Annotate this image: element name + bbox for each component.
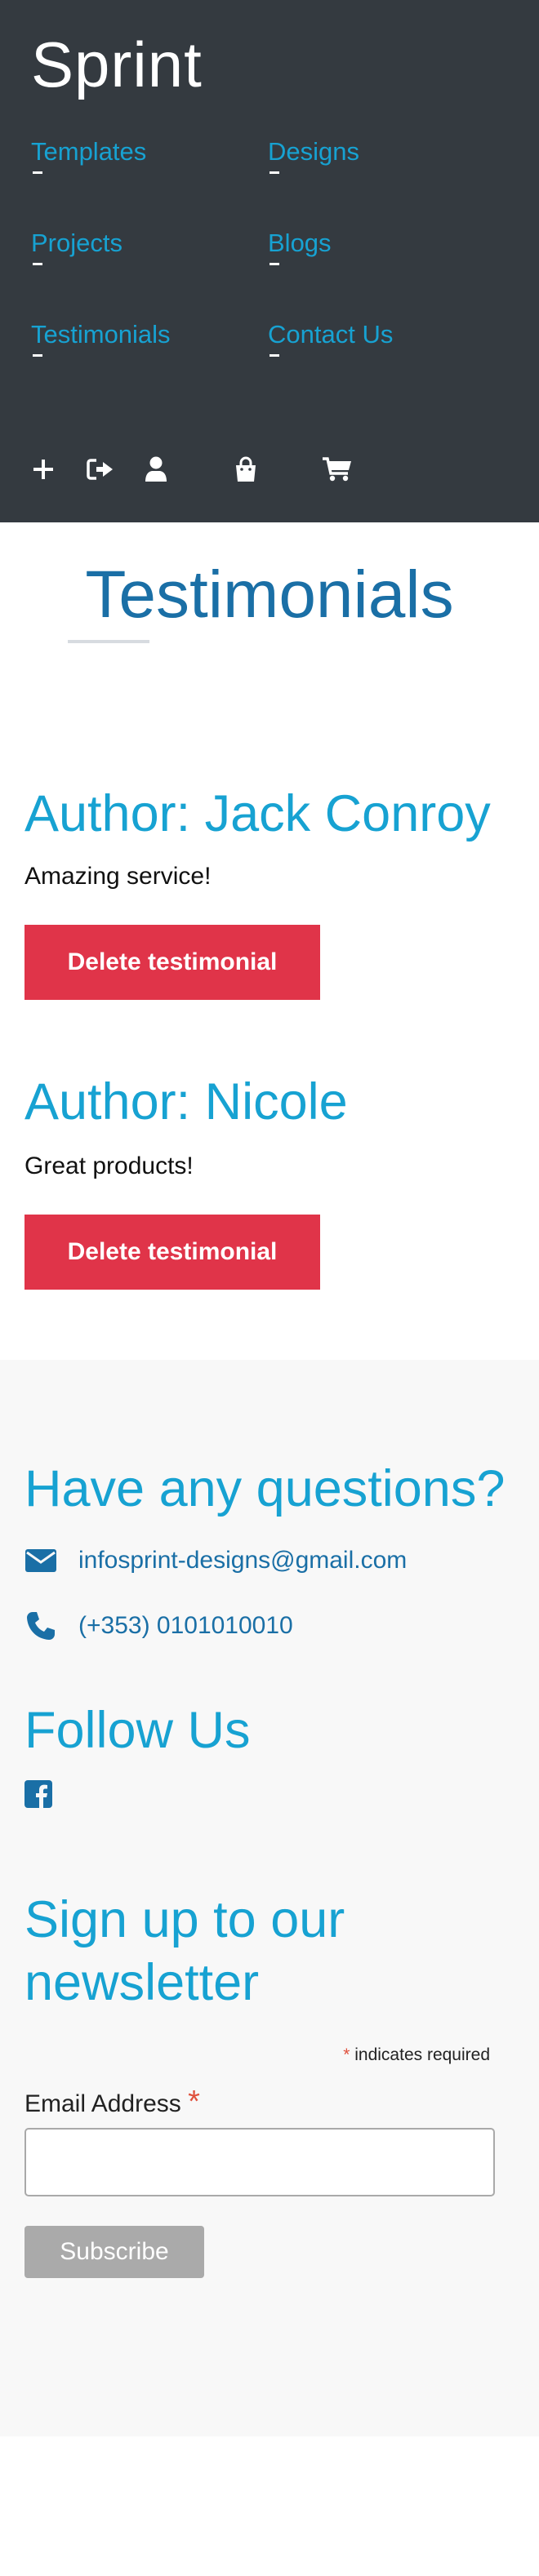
- testimonial-card: Author: Nicole Great products! Delete te…: [24, 1070, 514, 1290]
- main-nav: Templates Designs Projects Blogs Testimo…: [31, 137, 508, 411]
- nav-item-projects: Projects: [31, 229, 268, 320]
- required-note-text: indicates required: [354, 2045, 490, 2064]
- testimonial-author: Author: Jack Conroy: [24, 785, 491, 842]
- main-content: Testimonials Author: Jack Conroy Amazing…: [0, 562, 539, 1290]
- testimonials-list: Author: Jack Conroy Amazing service! Del…: [0, 643, 539, 1290]
- plus-icon[interactable]: [31, 453, 56, 486]
- nav-item-blogs: Blogs: [268, 229, 480, 320]
- page-title: Testimonials: [85, 557, 454, 632]
- testimonial-card: Author: Jack Conroy Amazing service! Del…: [24, 782, 514, 1000]
- required-star: *: [188, 2084, 200, 2119]
- phone-icon: [24, 1610, 57, 1642]
- nav-dash: [33, 354, 42, 357]
- questions-title: Have any questions?: [24, 1459, 506, 1517]
- email-label-text: Email Address: [24, 2090, 181, 2117]
- contact-phone-row: (+353) 0101010010: [24, 1610, 514, 1642]
- site-footer: Have any questions? infosprint-designs@g…: [0, 1359, 539, 2436]
- nav-dash: [270, 354, 279, 357]
- nav-link-contact-us[interactable]: Contact Us: [268, 320, 393, 349]
- user-icon[interactable]: [144, 453, 168, 486]
- nav-link-projects[interactable]: Projects: [31, 229, 122, 258]
- required-note: * indicates required: [24, 2045, 514, 2065]
- newsletter-title: Sign up to our newsletter: [24, 1891, 345, 2012]
- nav-link-blogs[interactable]: Blogs: [268, 229, 332, 258]
- nav-dash: [270, 171, 279, 174]
- delete-testimonial-button[interactable]: Delete testimonial: [24, 1214, 320, 1290]
- nav-link-designs[interactable]: Designs: [268, 137, 359, 167]
- nav-link-testimonials[interactable]: Testimonials: [31, 320, 171, 349]
- subscribe-button[interactable]: Subscribe: [24, 2225, 204, 2278]
- testimonial-author: Author: Nicole: [24, 1073, 348, 1130]
- nav-dash: [33, 263, 42, 265]
- delete-testimonial-button[interactable]: Delete testimonial: [24, 924, 320, 1000]
- email-input[interactable]: [24, 2127, 495, 2196]
- nav-item-designs: Designs: [268, 137, 480, 229]
- sign-out-icon[interactable]: [87, 453, 114, 486]
- email-label: Email Address *: [24, 2085, 514, 2120]
- testimonial-text: Great products!: [24, 1152, 194, 1179]
- nav-item-testimonials: Testimonials: [31, 320, 268, 411]
- required-star: *: [343, 2045, 350, 2064]
- cart-icon[interactable]: [322, 453, 353, 486]
- brand-logo[interactable]: Sprint: [31, 33, 508, 96]
- nav-item-contact-us: Contact Us: [268, 320, 480, 411]
- shopping-bag-icon[interactable]: [232, 453, 260, 486]
- testimonial-text: Amazing service!: [24, 862, 212, 890]
- contact-phone-link[interactable]: (+353) 0101010010: [78, 1612, 293, 1640]
- nav-link-templates[interactable]: Templates: [31, 137, 146, 167]
- nav-dash: [270, 263, 279, 265]
- nav-dash: [33, 171, 42, 174]
- follow-title: Follow Us: [24, 1702, 251, 1760]
- site-header: Sprint Templates Designs Projects Blogs …: [0, 0, 539, 522]
- envelope-icon: [24, 1544, 57, 1577]
- nav-item-templates: Templates: [31, 137, 268, 229]
- facebook-icon[interactable]: [24, 1780, 514, 1811]
- contact-email-link[interactable]: infosprint-designs@gmail.com: [78, 1547, 407, 1574]
- header-toolbar: [31, 453, 353, 486]
- contact-email-row: infosprint-designs@gmail.com: [24, 1544, 514, 1577]
